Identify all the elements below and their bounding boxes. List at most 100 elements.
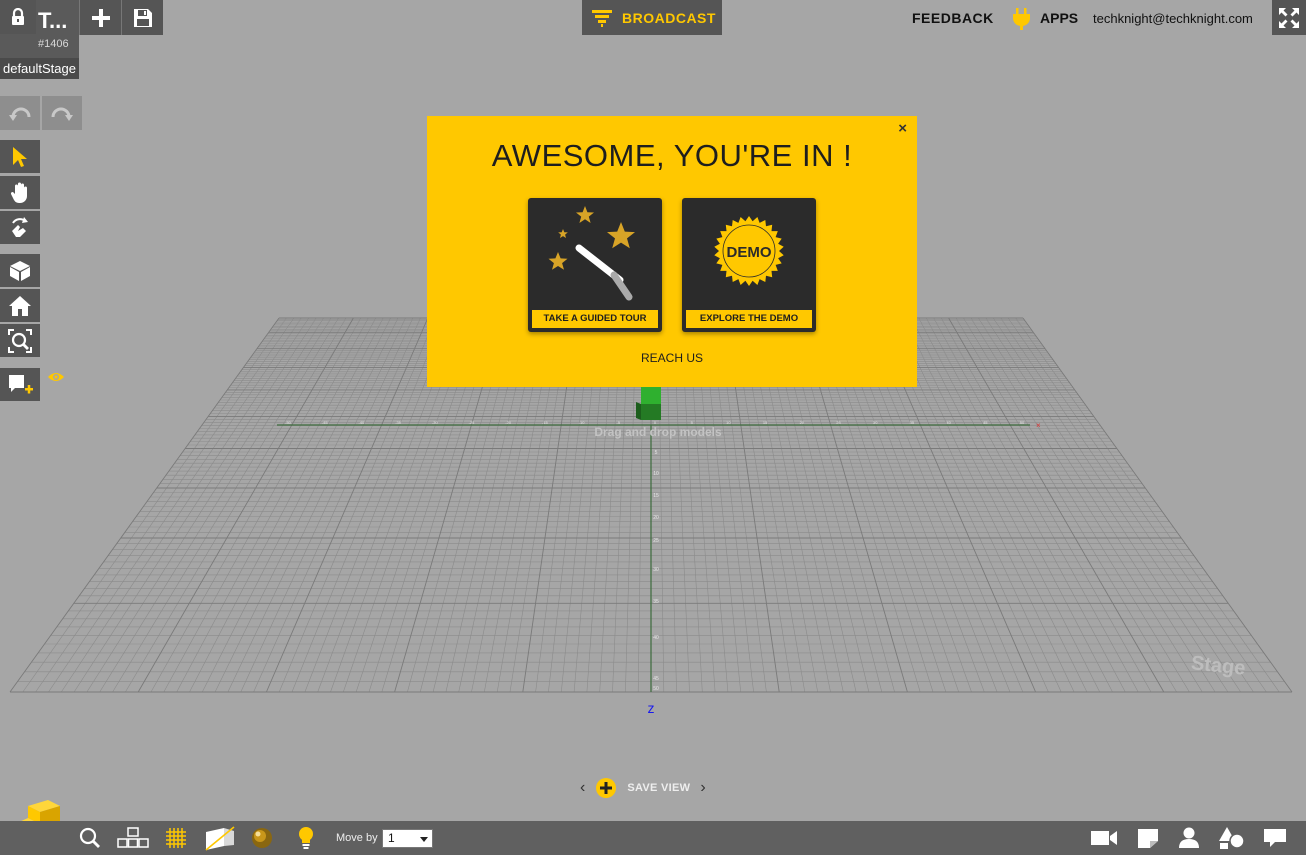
user-email[interactable]: techknight@techknight.com	[1093, 11, 1253, 26]
rotate-hand-icon	[12, 216, 28, 237]
z-tick-label: 35	[653, 599, 659, 605]
shapes-button[interactable]	[1218, 821, 1246, 855]
x-tick-label: -10	[579, 420, 586, 425]
redo-icon	[51, 107, 73, 121]
project-id: #1406	[38, 38, 69, 50]
components-icon	[117, 827, 149, 848]
x-tick-label: 30	[873, 420, 878, 425]
reach-us-link[interactable]: REACH US	[427, 351, 917, 365]
shapes-icon	[1219, 827, 1245, 849]
pan-tool-button[interactable]	[0, 176, 40, 209]
material-button[interactable]	[250, 821, 274, 855]
search-button[interactable]	[78, 821, 102, 855]
broadcast-label: BROADCAST	[622, 9, 716, 26]
select-tool-button[interactable]	[0, 140, 40, 173]
video-camera-icon	[1091, 831, 1117, 845]
fullscreen-icon	[1279, 7, 1299, 28]
z-tick-label: 40	[653, 635, 659, 641]
stage-watermark: Drag and drop models	[594, 425, 722, 439]
save-view-button[interactable]: SAVE VIEW	[627, 782, 690, 794]
stage-corner-label: Stage	[1190, 652, 1246, 680]
cube-view-button[interactable]	[0, 254, 40, 287]
eye-icon	[48, 373, 64, 381]
demo-badge-icon: DEMO	[714, 216, 784, 286]
rotate-tool-button[interactable]	[0, 211, 40, 244]
z-tick-label: 20	[653, 515, 659, 521]
z-tick-label: 25	[653, 538, 659, 544]
user-button[interactable]	[1176, 821, 1202, 855]
broadcast-button[interactable]: BROADCAST	[582, 0, 722, 35]
home-view-button[interactable]	[0, 289, 40, 322]
x-tick-label: 35	[910, 420, 915, 425]
z-tick-label: 10	[653, 471, 659, 477]
demo-badge-text: DEMO	[727, 244, 772, 261]
plug-icon	[1013, 8, 1030, 30]
zoom-fit-button[interactable]	[0, 324, 40, 357]
x-axis-marker: ×	[1036, 421, 1041, 430]
x-tick-label: -25	[469, 420, 476, 425]
material-sphere-icon	[252, 828, 272, 848]
welcome-modal: × AWESOME, YOU'RE IN ! TAKE A GUIDED TOU…	[427, 116, 917, 387]
x-tick-label: -20	[505, 420, 512, 425]
home-icon	[9, 295, 31, 316]
zoom-extents-icon	[8, 328, 32, 353]
apps-label: APPS	[1040, 10, 1079, 26]
bottom-toolbar: Move by 1	[0, 821, 1306, 855]
x-tick-label: -40	[359, 420, 366, 425]
camera-button[interactable]	[1090, 821, 1118, 855]
save-button[interactable]	[121, 0, 163, 35]
green-model[interactable]	[636, 387, 661, 420]
apps-button[interactable]: APPS	[1010, 6, 1078, 30]
cube-icon	[10, 260, 30, 281]
z-axis-label: z	[648, 700, 655, 716]
project-title[interactable]: T...	[38, 8, 67, 34]
view-navigator: ‹ SAVE VIEW ›	[580, 776, 706, 800]
lighting-button[interactable]	[294, 821, 318, 855]
chat-button[interactable]	[1262, 821, 1288, 855]
explore-demo-card[interactable]: DEMO EXPLORE THE DEMO	[682, 198, 816, 332]
undo-button[interactable]	[0, 96, 40, 130]
move-by-select[interactable]: 1	[382, 829, 433, 848]
magic-wand-icon	[548, 206, 635, 301]
sticky-note-icon	[1138, 829, 1158, 848]
feedback-link[interactable]: FEEDBACK	[912, 10, 994, 26]
environment-button[interactable]	[204, 821, 236, 855]
redo-button[interactable]	[42, 96, 82, 130]
fullscreen-button[interactable]	[1272, 0, 1306, 35]
stage-name[interactable]: defaultStage	[0, 58, 79, 79]
x-tick-label: -15	[542, 420, 549, 425]
notes-button[interactable]	[1136, 821, 1160, 855]
x-tick-label: -35	[395, 420, 402, 425]
previous-view-button[interactable]: ‹	[580, 779, 585, 797]
move-by-value: 1	[388, 831, 395, 845]
notes-visibility-toggle[interactable]	[47, 370, 65, 388]
lock-button[interactable]	[0, 0, 36, 34]
hand-icon	[10, 182, 27, 203]
add-view-icon[interactable]	[595, 777, 617, 799]
next-view-button[interactable]: ›	[700, 779, 705, 797]
components-button[interactable]	[116, 821, 150, 855]
explore-demo-label: EXPLORE THE DEMO	[686, 310, 812, 328]
guided-tour-card[interactable]: TAKE A GUIDED TOUR	[528, 198, 662, 332]
modal-title: AWESOME, YOU'RE IN !	[491, 138, 853, 173]
x-tick-label: 50	[1020, 420, 1025, 425]
close-icon[interactable]: ×	[898, 120, 907, 137]
z-tick-label: 30	[653, 567, 659, 573]
cursor-arrow-icon	[13, 146, 27, 167]
user-icon	[1179, 827, 1199, 848]
plus-icon	[91, 8, 110, 27]
grid-toggle-button[interactable]	[164, 821, 188, 855]
add-button[interactable]	[79, 0, 121, 35]
grid-icon	[166, 828, 186, 848]
x-tick-label: 40	[946, 420, 951, 425]
undo-icon	[9, 107, 31, 121]
guided-tour-label: TAKE A GUIDED TOUR	[532, 310, 658, 328]
z-tick-label: 15	[653, 493, 659, 499]
floppy-disk-icon	[133, 8, 152, 27]
x-tick-label: 10	[726, 420, 731, 425]
x-tick-label: 15	[763, 420, 768, 425]
add-note-button[interactable]	[0, 368, 40, 401]
z-tick-label: 5	[655, 450, 658, 456]
z-tick-labels: 5 10 15 20 25 30 35 40 45 50	[653, 450, 659, 692]
z-tick-label: 45	[653, 676, 659, 682]
